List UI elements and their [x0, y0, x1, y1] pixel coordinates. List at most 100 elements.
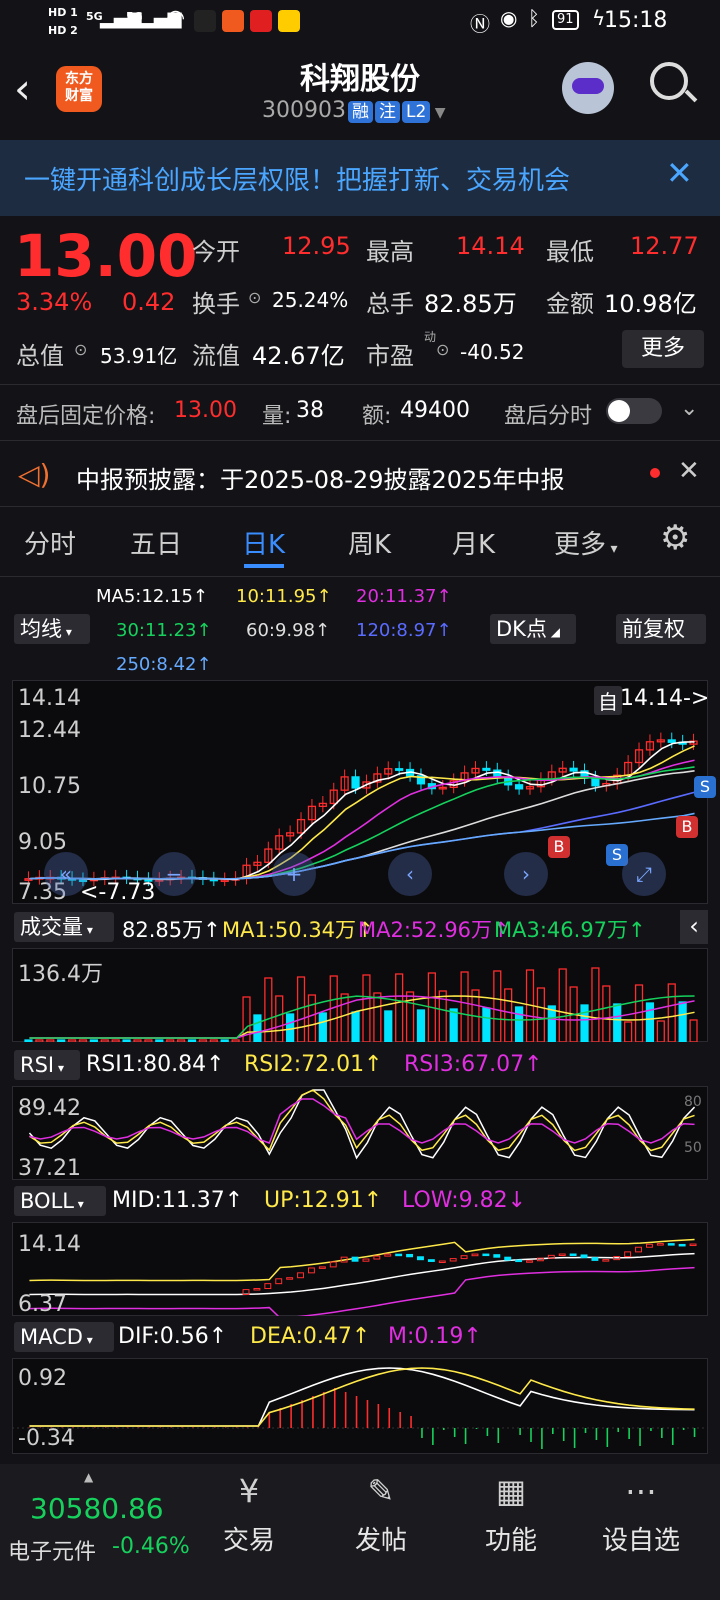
volume-label: 总手: [366, 290, 414, 318]
boll-candle: [286, 1277, 294, 1280]
boll-candle: [645, 1243, 653, 1248]
hd1-indicator: HD 1: [48, 6, 78, 19]
volume-bar: [155, 1039, 164, 1042]
volume-bar: [591, 967, 600, 1042]
volume-bar: [689, 1019, 698, 1042]
nav-function[interactable]: 功能: [446, 1520, 576, 1557]
boll-candle: [384, 1253, 392, 1257]
afterhours-amt-label: 额:: [362, 404, 392, 429]
pe-value: -40.52: [460, 340, 525, 364]
kline-y-label: 9.05: [18, 830, 67, 855]
volume-ma2: MA2:52.96万↑: [358, 918, 510, 942]
more-button[interactable]: 更多: [622, 330, 704, 368]
amount-label: 金额: [546, 290, 594, 318]
notice-text[interactable]: 中报预披露：于2025-08-29披露2025年中报: [76, 460, 565, 495]
collapse-arrow-icon[interactable]: ‹: [680, 910, 708, 944]
boll-candle: [471, 1253, 479, 1257]
tab-monthly-k[interactable]: 月K: [452, 524, 495, 561]
moving-average-line: [29, 745, 695, 880]
tab-more[interactable]: 更多 ▾: [554, 524, 618, 561]
adjust-price-button[interactable]: 前复权: [616, 614, 706, 644]
rsi3-value: RSI3:67.07↑: [404, 1052, 543, 1077]
settings-gear-icon[interactable]: ⚙: [660, 518, 690, 558]
boll-candle: [526, 1260, 533, 1263]
tab-indicator: [244, 564, 284, 568]
nav-add-watchlist[interactable]: 设自选: [576, 1520, 706, 1557]
index-value[interactable]: 30580.86: [30, 1492, 164, 1525]
ma10-legend: 10:11.95↑: [236, 586, 332, 607]
volume-indicator-button[interactable]: 成交量 ▾: [14, 912, 114, 942]
rsi-indicator-button[interactable]: RSI ▾: [14, 1050, 80, 1080]
afterhours-timeline-label: 盘后分时: [504, 404, 593, 429]
expand-up-icon[interactable]: ▲: [84, 1470, 93, 1484]
volume-chart: [24, 967, 698, 1042]
buy-marker[interactable]: B: [676, 816, 698, 838]
stock-code[interactable]: 300903 融注 L2 ▼: [262, 98, 446, 123]
buy-marker[interactable]: B: [548, 836, 570, 858]
bluetooth-icon: ᛒ: [528, 6, 540, 30]
macd-indicator-button[interactable]: MACD ▾: [14, 1322, 114, 1352]
kline-y-label: 10.75: [18, 774, 81, 799]
sell-marker[interactable]: S: [694, 776, 716, 798]
search-icon[interactable]: [650, 62, 688, 100]
volume-bar: [67, 1039, 77, 1042]
pe-sup: 动: [424, 330, 437, 344]
self-tag: 自: [594, 686, 622, 715]
boll-candle: [373, 1255, 381, 1260]
macd-m: M:0.19↑: [388, 1324, 482, 1349]
robot-assistant-icon[interactable]: [562, 62, 614, 114]
volume-bar: [395, 973, 404, 1042]
scroll-left-icon[interactable]: ‹: [388, 852, 432, 896]
dk-point-button[interactable]: DK点 ◢: [490, 614, 576, 644]
float-label: 流值: [192, 342, 240, 370]
change-pct: 3.34%: [16, 288, 93, 316]
moving-average-line: [29, 741, 695, 881]
boll-candle: [275, 1278, 283, 1285]
promo-banner[interactable]: 一键开通科创成长层权限！把握打新、交易机会 ✕: [0, 140, 720, 216]
scroll-left-fast-icon[interactable]: «: [44, 852, 88, 896]
change-amount: 0.42: [122, 288, 176, 316]
boll-candle: [656, 1243, 664, 1246]
volume-bar: [307, 994, 317, 1042]
afterhours-toggle[interactable]: [606, 398, 662, 424]
volume-bar: [253, 1014, 262, 1042]
tab-timeshare[interactable]: 分时: [24, 524, 76, 561]
info-icon[interactable]: ⊙: [74, 340, 87, 359]
zoom-out-icon[interactable]: −: [152, 852, 196, 896]
boll-indicator-button[interactable]: BOLL ▾: [14, 1186, 106, 1216]
scroll-right-icon[interactable]: ›: [504, 852, 548, 896]
boll-candle: [362, 1258, 370, 1262]
moving-average-line: [29, 812, 695, 880]
rsi-y-top: 89.42: [18, 1096, 81, 1121]
volume-bar: [416, 1009, 426, 1042]
nav-trade[interactable]: 交易: [184, 1520, 314, 1557]
volume-bar: [46, 1039, 55, 1042]
candle: [591, 777, 600, 787]
tab-weekly-k[interactable]: 周K: [348, 524, 391, 561]
volume-bar: [384, 1010, 393, 1042]
eye-icon: ◉: [500, 6, 518, 30]
tab-daily-k[interactable]: 日K: [242, 524, 285, 561]
volume-bar: [547, 1005, 556, 1042]
mktcap-label: 总值: [16, 342, 64, 370]
close-notice-icon[interactable]: ✕: [678, 456, 700, 486]
tab-five-day[interactable]: 五日: [130, 524, 182, 561]
fullscreen-icon[interactable]: ⤢: [622, 852, 666, 896]
chevron-down-icon[interactable]: ⌄: [680, 396, 698, 421]
ma20-legend: 20:11.37↑: [356, 586, 452, 607]
info-icon[interactable]: ⊙: [436, 340, 449, 359]
zoom-in-icon[interactable]: +: [272, 852, 316, 896]
nav-post[interactable]: 发帖: [316, 1520, 446, 1557]
close-banner-icon[interactable]: ✕: [666, 154, 693, 192]
registration-tag: 注: [374, 101, 400, 123]
boll-y-bot: 6.37: [18, 1292, 67, 1317]
volume-bar: [645, 1002, 655, 1042]
volume-bar: [340, 993, 349, 1042]
ma-selector-button[interactable]: 均线 ▾: [14, 614, 90, 644]
boll-chart: [29, 1238, 697, 1316]
volume-bar: [373, 992, 382, 1042]
rsi2-value: RSI2:72.01↑: [244, 1052, 383, 1077]
ma250-legend: 250:8.42↑: [116, 654, 212, 675]
info-icon[interactable]: ⊙: [248, 288, 261, 307]
post-edit-icon: ✎: [367, 1472, 395, 1510]
